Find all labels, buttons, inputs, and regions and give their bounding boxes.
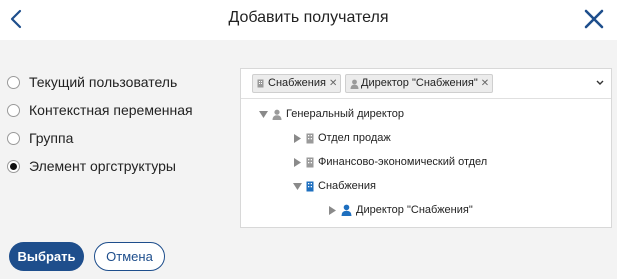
radio-option-org-element[interactable]: Элемент оргструктуры: [7, 152, 193, 180]
radio-option-group[interactable]: Группа: [7, 124, 193, 152]
radio-button[interactable]: [7, 103, 20, 117]
close-icon[interactable]: [581, 6, 607, 32]
tree-node-label: Генеральный директор: [286, 108, 404, 120]
user-icon: [272, 109, 282, 120]
radio-label: Элемент оргструктуры: [29, 158, 176, 174]
radio-button[interactable]: [7, 75, 20, 89]
radio-option-context-variable[interactable]: Контекстная переменная: [7, 96, 193, 124]
tag-label: Снабжения: [268, 77, 326, 89]
department-icon: [306, 133, 314, 143]
tree-node[interactable]: Финансово-экономический отдел: [293, 152, 487, 172]
selected-tags-field[interactable]: Снабжения ✕ Директор "Снабжения" ✕: [241, 69, 611, 99]
chevron-down-icon[interactable]: [595, 79, 605, 87]
tree-node[interactable]: Снабжения: [293, 176, 376, 196]
radio-label: Контекстная переменная: [29, 102, 193, 118]
tree-node[interactable]: Директор "Снабжения": [328, 200, 473, 220]
department-icon: [257, 79, 264, 88]
radio-button[interactable]: [7, 131, 20, 145]
tag-remove-icon[interactable]: ✕: [329, 78, 337, 89]
radio-label: Группа: [29, 130, 74, 146]
tree-node-label: Снабжения: [318, 180, 376, 192]
caret-right-icon[interactable]: [293, 157, 302, 167]
dialog-title: Добавить получателя: [228, 9, 389, 26]
radio-label: Текущий пользователь: [29, 74, 178, 90]
select-button[interactable]: Выбрать: [9, 242, 84, 271]
caret-right-icon[interactable]: [328, 205, 337, 215]
user-icon: [350, 79, 359, 89]
tree-node-label: Отдел продаж: [318, 132, 391, 144]
recipient-type-group: Текущий пользователь Контекстная перемен…: [7, 68, 193, 180]
dialog-header: Добавить получателя: [0, 0, 617, 40]
department-icon: [306, 181, 314, 191]
caret-down-icon[interactable]: [259, 110, 268, 119]
tag-label: Директор "Снабжения": [361, 77, 478, 89]
caret-down-icon[interactable]: [293, 182, 302, 191]
department-icon: [306, 157, 314, 167]
caret-right-icon[interactable]: [293, 133, 302, 143]
user-icon: [341, 204, 352, 216]
tree-node[interactable]: Отдел продаж: [293, 128, 391, 148]
selected-tag[interactable]: Директор "Снабжения" ✕: [345, 74, 494, 93]
radio-button-selected[interactable]: [7, 159, 20, 173]
tree-node-label: Финансово-экономический отдел: [318, 156, 488, 168]
cancel-button[interactable]: Отмена: [94, 242, 165, 271]
tag-remove-icon[interactable]: ✕: [481, 78, 489, 89]
org-structure-picker: Снабжения ✕ Директор "Снабжения" ✕ Генерал…: [240, 68, 612, 228]
radio-option-current-user[interactable]: Текущий пользователь: [7, 68, 193, 96]
tree-node[interactable]: Генеральный директор: [259, 104, 404, 124]
selected-tag[interactable]: Снабжения ✕: [252, 74, 342, 93]
tree-node-label: Директор "Снабжения": [356, 204, 473, 216]
